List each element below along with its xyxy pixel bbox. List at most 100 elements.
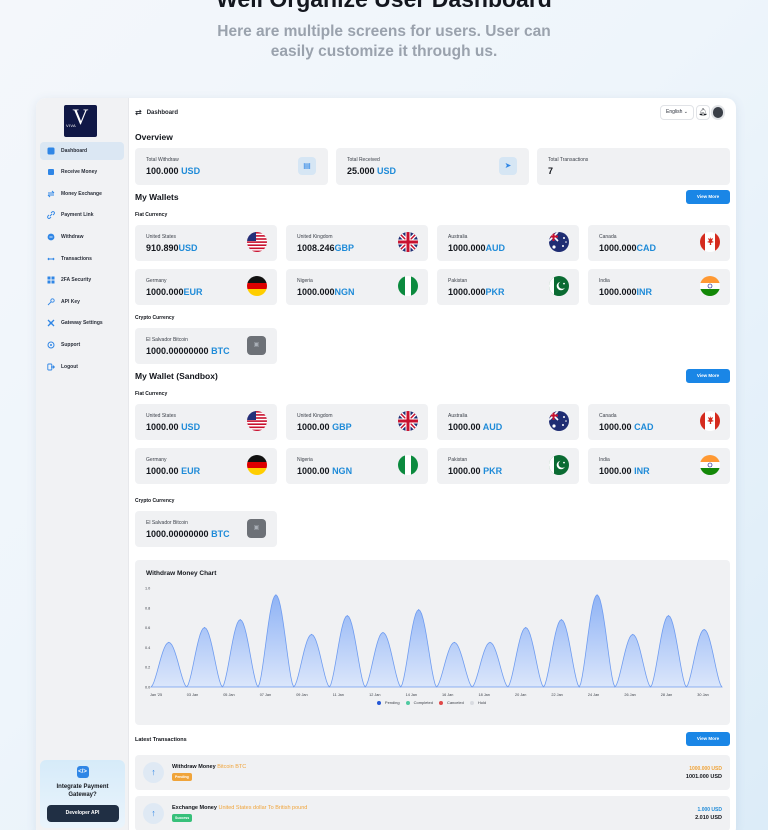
wallet-country: United States xyxy=(146,413,177,419)
flag-de-icon xyxy=(247,455,267,475)
wallet-card[interactable]: Nigeria 1000.000NGN xyxy=(286,269,428,305)
overview-card-value: 7 xyxy=(548,166,553,176)
hero-title: Well Organize User Dashboard xyxy=(0,0,768,13)
y-tick-label: 0.8 xyxy=(145,606,150,610)
wallet-card[interactable]: Canada 1000.00 CAD xyxy=(588,404,730,440)
sandbox-fiat-label: Fiat Currency xyxy=(135,391,168,397)
sidebar-item-label: Dashboard xyxy=(61,147,88,154)
wallet-card[interactable]: United Kingdom 1000.00 GBP xyxy=(286,404,428,440)
wallet-currency: NGN xyxy=(334,287,355,297)
flag-in-icon xyxy=(700,455,720,475)
wallet-balance: 1000.000NGN xyxy=(297,287,355,297)
wallet-currency: CAD xyxy=(634,422,654,432)
legend-item[interactable]: Canceled xyxy=(438,700,466,705)
wallet-country: Germany xyxy=(146,278,167,284)
transaction-total: 1001.000 USD xyxy=(685,774,722,780)
wallet-amount: 1008.246 xyxy=(297,243,335,253)
wallet-card[interactable]: Germany 1000.000EUR xyxy=(135,269,277,305)
sidebar-item-dashboard[interactable]: Dashboard xyxy=(40,141,124,160)
chart-data-point xyxy=(203,627,206,629)
sidebar-item-logout[interactable]: Logout xyxy=(40,358,124,376)
sidebar-item-label: Money Exchange xyxy=(61,190,102,197)
wallet-card[interactable]: Pakistan 1000.00 PKR xyxy=(437,448,579,484)
wallet-card[interactable]: Australia 1000.000AUD xyxy=(437,225,579,261)
legend-label: Pending xyxy=(384,700,400,705)
code-icon: </> xyxy=(76,766,89,778)
chart-data-point xyxy=(489,641,491,644)
legend-item[interactable]: Pending xyxy=(376,700,402,705)
wallets-fiat-label: Fiat Currency xyxy=(135,212,168,218)
withdraw-chart: Withdraw Money Chart 1.0 0.8 0.6 0.4 0.2 0.0 J… xyxy=(135,560,730,725)
wallet-balance: 1000.00000000 BTC xyxy=(146,529,230,539)
wallet-balance: 1000.000INR xyxy=(599,287,652,297)
legend-item[interactable]: Hold xyxy=(469,700,488,705)
wallet-card[interactable]: Germany 1000.00 EUR xyxy=(135,448,277,484)
x-tick-label: 24 Jan xyxy=(588,693,599,697)
wallet-balance: 1000.00 EUR xyxy=(146,466,200,476)
x-tick-label: 12 Jan xyxy=(369,693,380,697)
sidebar-item-withdraw[interactable]: Withdraw xyxy=(40,228,124,246)
wallet-card[interactable]: India 1000.000INR xyxy=(588,269,730,305)
flag-de-icon xyxy=(247,276,267,296)
brand-logo[interactable]: V VIVA xyxy=(64,105,97,137)
wallet-card[interactable]: India 1000.00 INR xyxy=(588,448,730,484)
transaction-row[interactable]: ↑ Withdraw Money Bitcoin BTC Pending 1000.0… xyxy=(135,755,730,790)
sandbox-view-more-button[interactable]: View More xyxy=(686,369,730,383)
latest-view-more-button[interactable]: View More xyxy=(686,732,730,746)
wallet-balance: 1000.00 NGN xyxy=(297,466,352,476)
chart-data-point xyxy=(525,627,527,629)
support-icon xyxy=(47,341,55,349)
wallets-view-more-button[interactable]: View More xyxy=(686,190,730,204)
wallet-card[interactable]: Australia 1000.00 AUD xyxy=(437,404,579,440)
sidebar-item-label: 2FA Security xyxy=(61,277,92,284)
x-tick-label: 09 Jan xyxy=(296,693,307,697)
sidebar-item-gateway-settings[interactable]: Gateway Settings xyxy=(40,314,124,332)
y-tick-label: 1.0 xyxy=(145,587,150,591)
wallet-card[interactable]: United States 910.890USD xyxy=(135,225,277,261)
chart-data-point xyxy=(310,633,313,636)
wallet-card[interactable]: Nigeria 1000.00 NGN xyxy=(286,448,428,484)
sidebar-item-api-key[interactable]: API Key xyxy=(40,293,124,311)
dashboard-icon xyxy=(47,147,55,155)
legend-item[interactable]: Completed xyxy=(405,700,435,705)
wallet-amount: 1000.00 xyxy=(448,422,481,432)
sidebar-item-receive-money[interactable]: Receive Money xyxy=(40,163,124,181)
crypto-wallet-card[interactable]: El Salvador Bitcoin 1000.00000000 BTC ▣ xyxy=(135,511,277,547)
wallet-country: Australia xyxy=(448,234,468,240)
wallet-amount: 1000.000 xyxy=(448,287,486,297)
wallet-country: Nigeria xyxy=(297,278,313,284)
overview-card-currency: USD xyxy=(181,166,201,176)
sidebar: V VIVA Dashboard Receive Money Money Excha… xyxy=(36,98,129,830)
wallet-card[interactable]: United States 1000.00 USD xyxy=(135,404,277,440)
flag-au-icon xyxy=(549,232,569,252)
sandbox-title: My Wallet (Sandbox) xyxy=(135,371,218,381)
transaction-row[interactable]: ↑ Exchange Money United States dollar To … xyxy=(135,796,730,830)
wallet-amount: 1000.00000000 xyxy=(146,529,209,539)
sidebar-item-money-exchange[interactable]: Money Exchange xyxy=(40,185,124,203)
wallet-balance: 1000.00 CAD xyxy=(599,422,654,432)
sidebar-item-support[interactable]: Support xyxy=(40,336,124,354)
wallet-country: United Kingdom xyxy=(297,413,333,419)
chart-data-point xyxy=(560,619,563,621)
overview-title: Overview xyxy=(135,132,173,142)
sidebar-item-payment-link[interactable]: Payment Link xyxy=(40,206,124,224)
overview-card: Total Transactions 7 xyxy=(537,148,730,185)
latest-title: Latest Transactions xyxy=(135,737,187,743)
legend-label: Canceled xyxy=(446,700,464,705)
wallet-card[interactable]: Canada 1000.000CAD xyxy=(588,225,730,261)
x-tick-label: 11 Jan xyxy=(333,693,344,697)
developer-api-button[interactable]: Developer API xyxy=(46,805,119,822)
wallets-crypto-label: Crypto Currency xyxy=(135,315,175,321)
wallet-card[interactable]: Pakistan 1000.000PKR xyxy=(437,269,579,305)
wallet-amount: 1000.000 xyxy=(599,287,637,297)
overview-card-label: Total Transactions xyxy=(548,157,589,163)
wallet-currency: BTC xyxy=(211,529,230,539)
sidebar-item-2fa-security[interactable]: 2FA Security xyxy=(40,271,124,289)
key-icon xyxy=(47,298,55,306)
overview-card-currency: USD xyxy=(377,166,397,176)
chart-data-point xyxy=(703,628,705,631)
sidebar-item-transactions[interactable]: Transactions xyxy=(40,250,124,268)
crypto-wallet-card[interactable]: El Salvador Bitcoin 1000.00000000 BTC ▣ xyxy=(135,328,277,364)
wallet-card[interactable]: United Kingdom 1008.246GBP xyxy=(286,225,428,261)
sidebar-item-label: Logout xyxy=(61,363,78,370)
